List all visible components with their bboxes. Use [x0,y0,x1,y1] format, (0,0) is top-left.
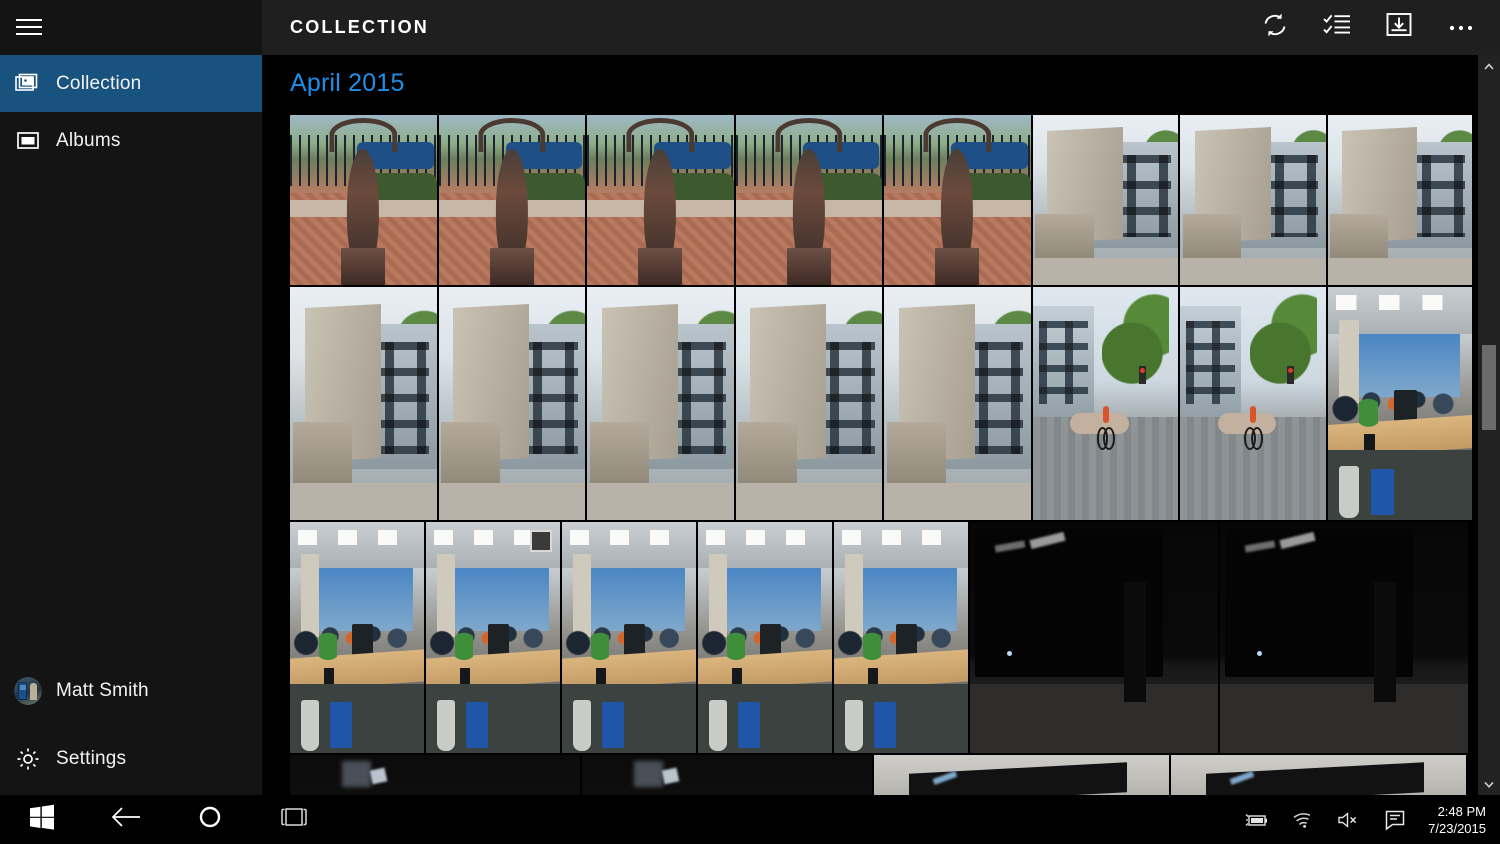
task-view-button[interactable] [252,795,336,844]
photo-thumbnail[interactable] [1032,287,1178,520]
import-icon [1384,11,1414,44]
photo-thumbnail[interactable] [438,115,585,285]
photo-thumbnail[interactable] [1327,115,1473,285]
vertical-scrollbar[interactable] [1478,55,1500,795]
clock-time: 2:48 PM [1437,803,1486,819]
sidebar-bottom-group: Matt Smith Settings [0,659,262,795]
checklist-icon [1322,12,1352,43]
volume-muted-icon[interactable] [1326,795,1372,844]
header-actions [1244,0,1500,55]
hamburger-icon [14,18,44,37]
sidebar-item-albums-label: Albums [56,129,121,151]
select-button[interactable] [1306,0,1368,55]
photo-thumbnail[interactable] [587,115,734,285]
wifi-icon[interactable] [1280,795,1326,844]
back-button[interactable] [84,795,168,844]
cortana-button[interactable] [168,795,252,844]
battery-icon[interactable] [1234,795,1280,844]
photo-thumbnail[interactable] [587,287,734,520]
system-tray: 2:48 PM 7/23/2015 [1234,795,1500,844]
clock-date: 7/23/2015 [1428,820,1486,836]
photo-thumbnail[interactable] [874,755,1169,795]
photo-select-checkbox[interactable] [530,530,552,552]
photo-thumbnail[interactable] [1180,115,1326,285]
refresh-icon [1260,10,1290,45]
scroll-down-button[interactable] [1478,773,1500,795]
more-options-button[interactable] [1430,0,1492,55]
cortana-circle-icon [197,804,223,835]
photo-row [290,522,1472,753]
photo-thumbnail[interactable] [1220,522,1468,753]
photo-thumbnail[interactable] [562,522,696,753]
collection-icon [0,73,56,95]
hamburger-menu-button[interactable] [0,0,262,55]
sidebar-item-settings[interactable]: Settings [0,723,262,795]
account-button[interactable]: Matt Smith [0,659,262,723]
photo-thumbnail[interactable] [426,522,560,753]
photo-thumbnail[interactable] [1032,115,1178,285]
collection-content: April 2015 [262,55,1500,795]
photo-thumbnail[interactable] [290,115,437,285]
back-arrow-icon [109,805,143,834]
refresh-button[interactable] [1244,0,1306,55]
windows-logo-icon [29,804,55,835]
action-center-icon[interactable] [1372,795,1418,844]
photo-thumbnail[interactable] [698,522,832,753]
photo-thumbnail[interactable] [582,755,872,795]
photo-row [290,115,1473,285]
photo-row [290,755,1472,795]
start-button[interactable] [0,795,84,844]
photo-thumbnail[interactable] [438,287,585,520]
sidebar: Collection Albums Matt Smith Settings [0,0,262,795]
photo-thumbnail[interactable] [735,115,882,285]
scrollbar-thumb[interactable] [1482,345,1496,430]
month-heading: April 2015 [290,69,405,97]
ellipsis-icon [1446,19,1476,37]
app-header: COLLECTION [262,0,1500,55]
page-title: COLLECTION [290,17,429,37]
scroll-up-button[interactable] [1478,55,1500,77]
photo-thumbnail[interactable] [290,287,437,520]
import-button[interactable] [1368,0,1430,55]
sidebar-item-settings-label: Settings [56,748,127,769]
photo-thumbnail[interactable] [834,522,968,753]
photos-app-window: Collection Albums Matt Smith Settings CO… [0,0,1500,844]
photo-thumbnail[interactable] [1180,287,1326,520]
photo-thumbnail[interactable] [1171,755,1466,795]
account-name-label: Matt Smith [56,680,149,701]
photo-thumbnail[interactable] [1327,287,1473,520]
avatar [0,677,56,705]
photo-thumbnail[interactable] [970,522,1218,753]
photo-thumbnail[interactable] [290,755,580,795]
photo-thumbnail[interactable] [884,287,1031,520]
sidebar-item-collection-label: Collection [56,72,142,94]
photo-thumbnail[interactable] [735,287,882,520]
sidebar-item-albums[interactable]: Albums [0,112,262,169]
photo-row [290,287,1473,520]
sidebar-item-collection[interactable]: Collection [0,55,262,112]
photo-thumbnail[interactable] [290,522,424,753]
clock[interactable]: 2:48 PM 7/23/2015 [1418,803,1500,837]
windows-taskbar: 2:48 PM 7/23/2015 [0,795,1500,844]
albums-icon [0,130,56,152]
photo-thumbnail[interactable] [884,115,1031,285]
gear-icon [0,746,56,772]
task-view-icon [277,805,311,834]
photo-grid [290,115,1473,795]
